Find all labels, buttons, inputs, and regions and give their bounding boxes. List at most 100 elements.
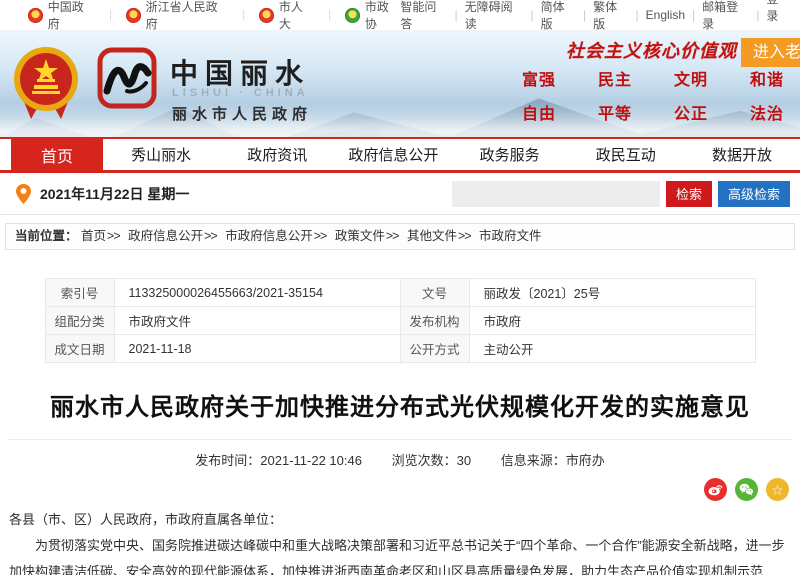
- breadcrumb-item-home[interactable]: 首页: [81, 229, 106, 243]
- breadcrumb-separator: >>: [458, 229, 471, 243]
- source-label: 信息来源：: [501, 453, 566, 468]
- meta-label-index: 索引号: [45, 279, 114, 307]
- divider: |: [242, 9, 245, 21]
- qzone-share-icon[interactable]: ☆: [766, 478, 789, 501]
- divider: |: [692, 8, 695, 22]
- national-emblem-icon: [13, 43, 79, 121]
- divider: |: [454, 8, 457, 22]
- divider: |: [531, 8, 534, 22]
- breadcrumb-item-other-docs[interactable]: 其他文件: [407, 229, 457, 243]
- lishui-logo: [97, 47, 157, 109]
- divider: |: [756, 8, 759, 22]
- link-simplified[interactable]: 简体版: [541, 0, 576, 32]
- core-values-title: 社会主义核心价值观: [566, 37, 746, 63]
- page: 中国政府 | 浙江省人民政府 | 市人大 | 市政协 智能问答 | 无障碍阅读 | …: [0, 0, 800, 575]
- publish-time: 2021-11-22 10:46: [260, 453, 362, 468]
- link-zhejiang-gov[interactable]: 浙江省人民政府: [126, 0, 228, 32]
- search-input[interactable]: [452, 181, 660, 207]
- value-word: 民主: [577, 66, 653, 90]
- date-search-bar: 2021年11月22日 星期一 检索 高级检索: [0, 173, 800, 215]
- link-label: 市人大: [279, 0, 314, 32]
- breadcrumb-label: 当前位置：: [15, 229, 78, 243]
- national-emblem-icon: [126, 8, 141, 23]
- nav-item-info-disclosure[interactable]: 政府信息公开: [335, 139, 451, 170]
- breadcrumb-separator: >>: [204, 229, 217, 243]
- breadcrumb-separator: >>: [314, 229, 327, 243]
- value-word: 法治: [729, 100, 800, 124]
- link-china-gov[interactable]: 中国政府: [28, 0, 95, 32]
- link-cppcc[interactable]: 市政协: [345, 0, 400, 32]
- cppcc-emblem-icon: [345, 8, 360, 23]
- site-name-en: LISHUI · CHINA: [172, 87, 309, 99]
- nav-item-xiushan-lishui[interactable]: 秀山丽水: [103, 139, 219, 170]
- link-traditional[interactable]: 繁体版: [593, 0, 628, 32]
- share-buttons: ☆: [704, 478, 789, 501]
- breadcrumb-item-policy-docs[interactable]: 政策文件: [335, 229, 385, 243]
- elder-version-button[interactable]: 进入老年版: [741, 38, 800, 67]
- value-word: 平等: [577, 100, 653, 124]
- meta-label-openness: 公开方式: [400, 335, 469, 363]
- meta-label-date: 成文日期: [45, 335, 114, 363]
- meta-value-category: 市政府文件: [114, 307, 400, 335]
- site-subtitle: 丽水市人民政府: [172, 103, 312, 124]
- location-pin-icon: [16, 184, 31, 204]
- nav-item-interaction[interactable]: 政民互动: [568, 139, 684, 170]
- meta-value-issuer: 市政府: [469, 307, 755, 335]
- breadcrumb-item-city-docs[interactable]: 市政府文件: [479, 229, 542, 243]
- nav-item-open-data[interactable]: 数据开放: [684, 139, 800, 170]
- divider: [8, 439, 792, 440]
- link-smart-qa[interactable]: 智能问答: [400, 0, 447, 32]
- breadcrumb-item-city-disclosure[interactable]: 市政府信息公开: [225, 229, 313, 243]
- link-label: 市政协: [365, 0, 400, 32]
- meta-value-index: 113325000026455663/2021-35154: [114, 279, 400, 307]
- meta-value-openness: 主动公开: [469, 335, 755, 363]
- nav-items: 秀山丽水 政府资讯 政府信息公开 政务服务 政民互动 数据开放: [103, 139, 800, 170]
- document-meta-table: 索引号 113325000026455663/2021-35154 文号 丽政发…: [45, 278, 756, 363]
- table-row: 组配分类 市政府文件 发布机构 市政府: [45, 307, 755, 335]
- breadcrumb-separator: >>: [107, 229, 120, 243]
- views-count: 30: [457, 453, 471, 468]
- search-area: 检索 高级检索: [452, 181, 790, 207]
- breadcrumb-item-disclosure[interactable]: 政府信息公开: [128, 229, 203, 243]
- divider: |: [636, 8, 639, 22]
- breadcrumb: 当前位置： 首页>> 政府信息公开>> 市政府信息公开>> 政策文件>> 其他文…: [5, 223, 795, 250]
- national-emblem-icon: [28, 8, 43, 23]
- meta-label-category: 组配分类: [45, 307, 114, 335]
- wechat-share-icon[interactable]: [735, 478, 758, 501]
- meta-value-docnum: 丽政发〔2021〕25号: [469, 279, 755, 307]
- link-peoples-congress[interactable]: 市人大: [259, 0, 314, 32]
- main-nav: 首页 秀山丽水 政府资讯 政府信息公开 政务服务 政民互动 数据开放: [0, 137, 800, 173]
- publish-info: 发布时间：2021-11-22 10:46 浏览次数：30 信息来源：市府办: [0, 450, 800, 469]
- link-login[interactable]: 登录: [766, 0, 790, 24]
- value-word: 自由: [501, 100, 577, 124]
- table-row: 成文日期 2021-11-18 公开方式 主动公开: [45, 335, 755, 363]
- article-body: 各县（市、区）人民政府，市政府直属各单位： 为贯彻落实党中央、国务院推进碳达峰碳…: [0, 507, 800, 575]
- divider: |: [109, 9, 112, 21]
- link-label: 浙江省人民政府: [146, 0, 229, 32]
- header-banner: 中国丽水 LISHUI · CHINA 丽水市人民政府 社会主义核心价值观 富强…: [0, 30, 800, 137]
- source-value: 市府办: [566, 453, 605, 468]
- site-name: 中国丽水: [170, 52, 310, 92]
- divider: |: [583, 8, 586, 22]
- top-utility-bar: 中国政府 | 浙江省人民政府 | 市人大 | 市政协 智能问答 | 无障碍阅读 | …: [0, 0, 800, 30]
- value-word: 文明: [653, 66, 729, 90]
- weibo-share-icon[interactable]: [704, 478, 727, 501]
- advanced-search-button[interactable]: 高级检索: [718, 181, 790, 207]
- link-english[interactable]: English: [646, 8, 685, 22]
- publish-time-label: 发布时间：: [195, 453, 260, 468]
- meta-label-docnum: 文号: [400, 279, 469, 307]
- meta-value-date: 2021-11-18: [114, 335, 400, 363]
- topbar-tool-links: 智能问答 | 无障碍阅读 | 简体版 | 繁体版 | English | 邮箱登录 | 登录: [400, 0, 790, 32]
- search-button[interactable]: 检索: [666, 181, 712, 207]
- table-row: 索引号 113325000026455663/2021-35154 文号 丽政发…: [45, 279, 755, 307]
- link-mail-login[interactable]: 邮箱登录: [702, 0, 749, 32]
- link-accessibility[interactable]: 无障碍阅读: [465, 0, 524, 32]
- nav-item-home[interactable]: 首页: [11, 137, 103, 173]
- meta-label-issuer: 发布机构: [400, 307, 469, 335]
- link-label: 中国政府: [48, 0, 95, 32]
- nav-item-gov-services[interactable]: 政务服务: [452, 139, 568, 170]
- divider: |: [328, 9, 331, 21]
- views-label: 浏览次数：: [392, 453, 457, 468]
- paragraph: 各县（市、区）人民政府，市政府直属各单位：: [9, 507, 791, 533]
- nav-item-gov-news[interactable]: 政府资讯: [219, 139, 335, 170]
